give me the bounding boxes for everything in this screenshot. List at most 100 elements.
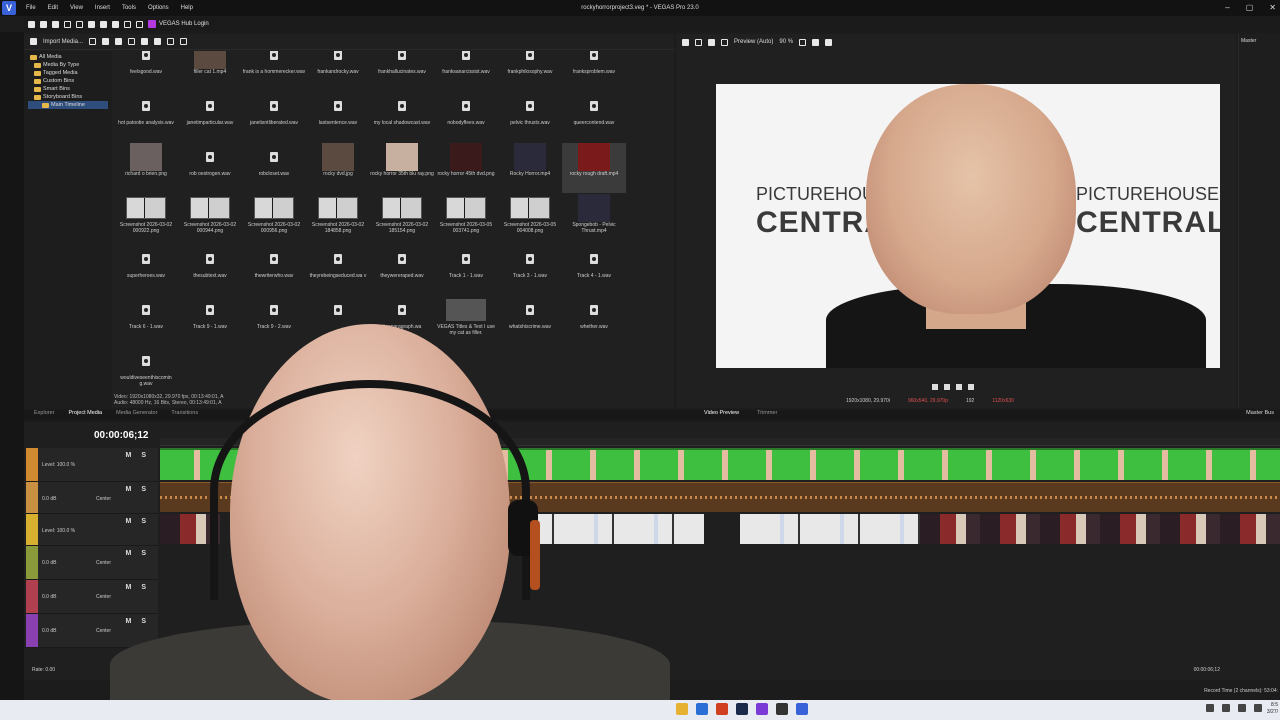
track-level[interactable]: 0.0 dB: [42, 594, 56, 600]
media-tile[interactable]: thesubtext.wav: [178, 245, 242, 295]
media-tile[interactable]: theyrebeingseduced.wa v: [306, 245, 370, 295]
pause-icon[interactable]: [956, 384, 962, 390]
media-tile[interactable]: janetisntliberated.wav: [242, 92, 306, 142]
copy-snapshot-icon[interactable]: [812, 38, 820, 46]
brave-icon[interactable]: [716, 703, 728, 715]
file-explorer-icon[interactable]: [676, 703, 688, 715]
media-tile[interactable]: rob oestrogen.wav: [178, 143, 242, 193]
track-pan[interactable]: Center: [96, 594, 111, 600]
views-icon[interactable]: [167, 38, 175, 45]
undo-icon[interactable]: [124, 20, 131, 28]
save-snapshot-icon[interactable]: [825, 38, 833, 46]
track-level[interactable]: 0.0 dB: [42, 628, 56, 634]
open-icon[interactable]: [40, 20, 47, 28]
media-tile[interactable]: frankhallucinates.wav: [370, 51, 434, 91]
play-icon[interactable]: [944, 384, 950, 390]
media-tile[interactable]: Track 4 - 1.wav: [562, 245, 626, 295]
media-bin-item[interactable]: Storyboard Bins: [28, 93, 108, 101]
volume-icon[interactable]: [1238, 704, 1246, 712]
search-icon[interactable]: [180, 38, 188, 45]
media-tile[interactable]: feelsgood.wav: [114, 51, 178, 91]
media-bin-item[interactable]: Media By Type: [28, 61, 108, 69]
media-tile[interactable]: robcloset.wav: [242, 143, 306, 193]
menu-edit[interactable]: Edit: [42, 0, 64, 16]
copy-icon[interactable]: [100, 20, 107, 28]
vegas-logo-icon[interactable]: V: [2, 1, 16, 15]
media-tile[interactable]: rocky rough draft.mp4: [562, 143, 626, 193]
minimize-icon[interactable]: –: [1225, 0, 1229, 16]
tab-trimmer[interactable]: Trimmer: [757, 410, 777, 416]
render-icon[interactable]: [64, 20, 71, 28]
media-tile[interactable]: Rocky Horror.mp4: [498, 143, 562, 193]
media-tile[interactable]: richard o brien.png: [114, 143, 178, 193]
media-tile[interactable]: rocky horror 35th blu ray.png: [370, 143, 434, 193]
media-bin-item[interactable]: Tagged Media: [28, 69, 108, 77]
media-tile[interactable]: Spongebob - Pelvic Thrust.mp4: [562, 194, 626, 244]
media-bin-item[interactable]: Custom Bins: [28, 77, 108, 85]
store-icon[interactable]: [696, 703, 708, 715]
capture-icon[interactable]: [89, 38, 97, 45]
media-tile[interactable]: thewriterwho.wav: [242, 245, 306, 295]
remove-icon[interactable]: [102, 38, 110, 45]
media-bin-item[interactable]: All Media: [28, 53, 108, 61]
media-tile[interactable]: janetimparticular.wav: [178, 92, 242, 142]
media-tile[interactable]: Screenshot 2026-03-02 000956.png: [242, 194, 306, 244]
screenshot-clips-track3b[interactable]: [740, 514, 920, 544]
tab-master-bus[interactable]: Master Bus: [1246, 410, 1274, 416]
external-monitor-icon[interactable]: [695, 38, 702, 46]
tab-explorer[interactable]: Explorer: [34, 410, 54, 420]
battery-icon[interactable]: [1254, 704, 1262, 712]
media-tile[interactable]: frankandrocky.wav: [306, 51, 370, 91]
network-icon[interactable]: [1222, 704, 1230, 712]
redo-icon[interactable]: [136, 20, 143, 28]
close-icon[interactable]: ✕: [1269, 0, 1276, 16]
media-tile[interactable]: Track 3 - 1.wav: [498, 245, 562, 295]
preview-quality-dropdown[interactable]: Preview (Auto): [734, 39, 773, 45]
track-level[interactable]: Level: 100.0 %: [42, 528, 75, 534]
taskbar-clock[interactable]: 8:5 3/27/: [1267, 702, 1278, 716]
stop-preview-icon[interactable]: [154, 38, 162, 45]
media-tile[interactable]: rocky dvd.jpg: [306, 143, 370, 193]
menu-file[interactable]: File: [20, 0, 42, 16]
track-pan[interactable]: Center: [96, 560, 111, 566]
steam-icon[interactable]: [736, 703, 748, 715]
media-tile[interactable]: Screenshot 2026-03-05 003741.png: [434, 194, 498, 244]
vegas-hub-login-button[interactable]: VEGAS Hub Login: [148, 20, 209, 28]
media-tile[interactable]: Screenshot 2026-03-05 004008.png: [498, 194, 562, 244]
menu-insert[interactable]: Insert: [89, 0, 116, 16]
chevron-up-icon[interactable]: [1206, 704, 1214, 712]
menu-tools[interactable]: Tools: [116, 0, 142, 16]
media-tile[interactable]: frank is a hommerecker.wav: [242, 51, 306, 91]
media-tile[interactable]: nobodyflees.wav: [434, 92, 498, 142]
save-icon[interactable]: [52, 20, 59, 28]
media-tile[interactable]: filler cat 1.mp4: [178, 51, 242, 91]
maximize-icon[interactable]: ▢: [1246, 0, 1254, 16]
track-pan[interactable]: Center: [96, 628, 111, 634]
new-project-icon[interactable]: [28, 20, 35, 28]
track-level[interactable]: 0.0 dB: [42, 496, 56, 502]
media-tile[interactable]: superheroes.wav: [114, 245, 178, 295]
media-tile[interactable]: franksproblem.wav: [562, 51, 626, 91]
media-bin-item[interactable]: Smart Bins: [28, 85, 108, 93]
auto-preview-icon[interactable]: [128, 38, 136, 45]
split-screen-icon[interactable]: [721, 38, 728, 46]
preview-zoom-dropdown[interactable]: 90 %: [779, 39, 793, 45]
media-tile[interactable]: theywereraped.wav: [370, 245, 434, 295]
tab-video-preview[interactable]: Video Preview: [704, 410, 739, 416]
media-tile[interactable]: pelvic thrusts.wav: [498, 92, 562, 142]
media-tile[interactable]: lastsentence.wav: [306, 92, 370, 142]
preview-settings-icon[interactable]: [682, 38, 689, 46]
media-tile[interactable]: Screenshot 2026-03-02 184858.png: [306, 194, 370, 244]
media-fx-icon[interactable]: [115, 38, 123, 45]
media-tile[interactable]: frankphilosophy.wav: [498, 51, 562, 91]
track-level[interactable]: Level: 100.0 %: [42, 462, 75, 468]
media-tile[interactable]: franksanarcissist.wav: [434, 51, 498, 91]
media-tile[interactable]: Screenshot 2026-03-02 185154.png: [370, 194, 434, 244]
messenger-icon[interactable]: [756, 703, 768, 715]
game-icon[interactable]: [776, 703, 788, 715]
media-tile[interactable]: rocky horror 45th dvd.png: [434, 143, 498, 193]
photo-clips-track3[interactable]: [920, 514, 1280, 544]
vegas-taskbar-icon[interactable]: [796, 703, 808, 715]
track-pan[interactable]: Center: [96, 496, 111, 502]
tab-project-media[interactable]: Project Media: [68, 410, 102, 420]
